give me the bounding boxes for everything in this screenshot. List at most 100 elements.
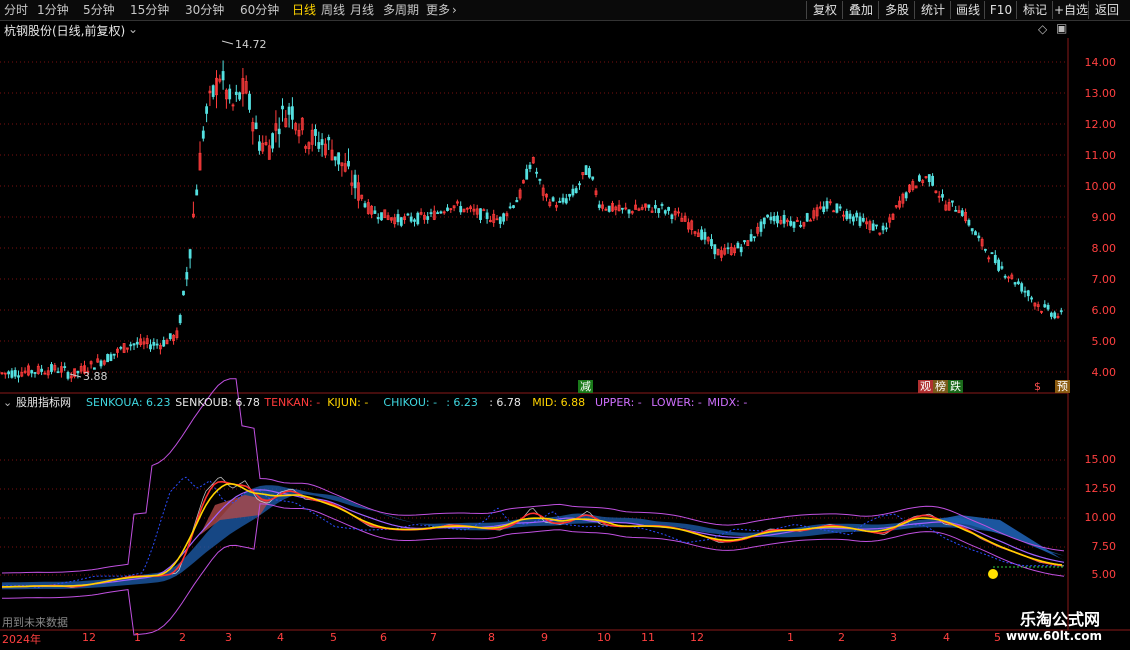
tab-15min[interactable]: 15分钟 (130, 2, 169, 18)
candle (759, 221, 763, 232)
candle (185, 272, 189, 280)
tab-more[interactable]: 更多 (426, 2, 450, 18)
indicator-name[interactable]: 股朋指标网 (16, 396, 71, 410)
tab-monthly[interactable]: 月线 (350, 2, 374, 18)
indicator-field: SENKOUA: 6.23 (86, 396, 171, 409)
candle (891, 213, 895, 220)
candle (498, 216, 502, 224)
x-tick: 4 (277, 631, 284, 644)
candle (525, 168, 529, 180)
candle (165, 339, 169, 345)
candle (845, 211, 849, 220)
tab-30min[interactable]: 30分钟 (185, 2, 224, 18)
y-tick: 11.00 (1084, 149, 1117, 162)
tab-multi-period[interactable]: 多周期 (383, 2, 419, 18)
candle (139, 338, 143, 345)
candle (947, 202, 951, 211)
candle (182, 290, 185, 296)
candle (241, 78, 245, 95)
candle (571, 188, 575, 196)
candle (1036, 304, 1040, 307)
candle (1003, 275, 1007, 278)
candle (1043, 304, 1047, 308)
candle (954, 209, 958, 212)
signal-fall: 跌 (948, 380, 963, 393)
x-tick: 8 (488, 631, 495, 644)
candle (1000, 266, 1004, 269)
f10-button[interactable]: F10 (984, 1, 1017, 19)
candle (987, 257, 991, 260)
candle (459, 206, 463, 213)
x-tick: 7 (430, 631, 437, 644)
diamond-icon[interactable]: ◇ (1038, 22, 1047, 36)
x-tick: 5 (330, 631, 337, 644)
candle (855, 212, 859, 218)
add-watchlist-button[interactable]: +自选 (1052, 1, 1089, 19)
candle (894, 205, 898, 208)
tab-weekly[interactable]: 周线 (321, 2, 345, 18)
window-toggle-icon[interactable]: ▣ (1056, 21, 1067, 35)
candle (162, 340, 166, 347)
candle (373, 210, 377, 214)
candle (594, 190, 598, 195)
adjust-button[interactable]: 复权 (806, 1, 843, 19)
candle (601, 204, 604, 209)
candle (69, 375, 73, 379)
candle (33, 372, 37, 374)
candle (861, 217, 865, 222)
candle (663, 210, 667, 214)
candle (848, 213, 852, 219)
indicator-dropdown-icon[interactable]: ⌄ (3, 396, 12, 410)
candle (720, 250, 723, 258)
tab-1min[interactable]: 1分钟 (37, 2, 69, 18)
tab-60min[interactable]: 60分钟 (240, 2, 279, 18)
chevron-right-icon[interactable]: › (452, 2, 457, 18)
candle (858, 216, 862, 226)
candle (828, 201, 832, 204)
candle (588, 168, 591, 178)
y-tick: 7.00 (1091, 273, 1117, 286)
candle (112, 353, 116, 356)
statistics-button[interactable]: 统计 (914, 1, 951, 19)
multi-stock-button[interactable]: 多股 (878, 1, 915, 19)
candle (881, 225, 885, 231)
x-tick: 2024年 (2, 633, 41, 646)
title-dropdown-icon[interactable]: ⌄ (128, 22, 138, 36)
candlestick-chart[interactable] (0, 0, 1130, 650)
tab-intraday[interactable]: 分时 (4, 2, 28, 18)
candle (76, 370, 80, 374)
candle (215, 77, 218, 96)
candle (300, 117, 304, 131)
candle (1053, 312, 1057, 319)
candle (307, 142, 311, 150)
draw-line-button[interactable]: 画线 (950, 1, 985, 19)
stock-title: 杭钢股份(日线,前复权) (4, 24, 126, 38)
candle (749, 234, 753, 242)
candle (106, 354, 109, 363)
candle (614, 206, 618, 211)
candle (670, 214, 674, 220)
candle (1040, 310, 1043, 313)
candle (191, 213, 195, 218)
candle (805, 213, 809, 222)
candle (852, 216, 855, 222)
candle (172, 334, 176, 342)
candle (924, 176, 928, 178)
candle (413, 219, 416, 222)
tab-5min[interactable]: 5分钟 (83, 2, 115, 18)
mark-button[interactable]: 标记 (1016, 1, 1053, 19)
tab-daily[interactable]: 日线 (292, 2, 316, 18)
candle (795, 219, 799, 222)
y-tick: 10.00 (1084, 511, 1117, 524)
back-button[interactable]: 返回 (1088, 1, 1125, 19)
candle (350, 182, 354, 186)
candle (578, 183, 581, 186)
candle (281, 105, 284, 110)
candle (974, 231, 977, 236)
candle (716, 248, 720, 256)
candle (320, 139, 324, 146)
candle (271, 133, 275, 149)
overlay-button[interactable]: 叠加 (842, 1, 879, 19)
candle (290, 106, 294, 120)
candle (1050, 312, 1053, 317)
